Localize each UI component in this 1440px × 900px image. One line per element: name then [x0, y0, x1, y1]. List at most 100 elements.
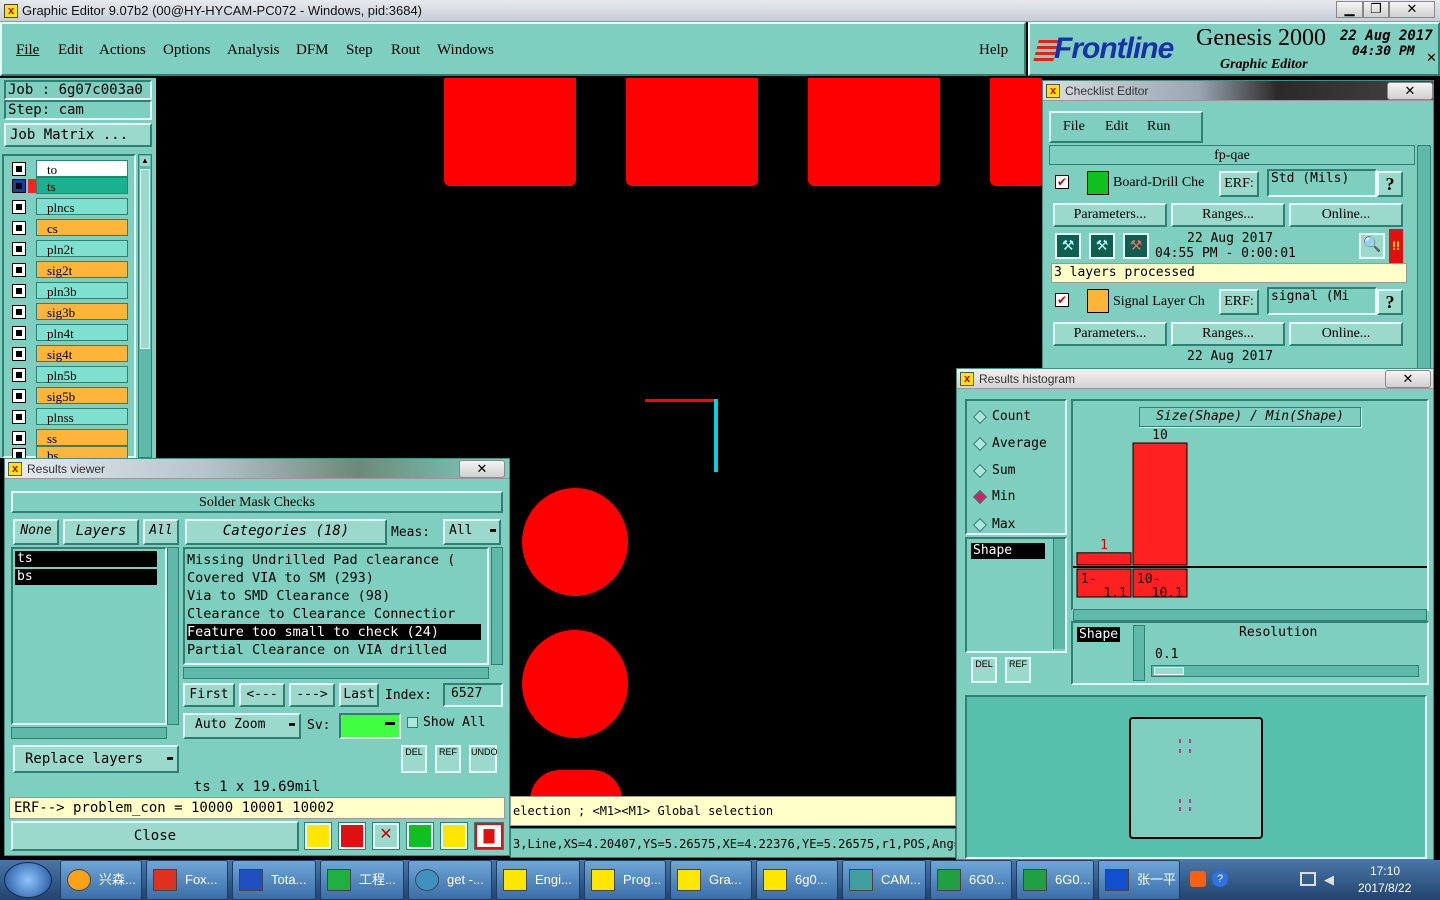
menu-step[interactable]: Step — [346, 42, 373, 59]
menu-actions[interactable]: Actions — [99, 42, 146, 59]
start-button[interactable] — [4, 862, 52, 898]
layer-row[interactable]: pln5b — [12, 366, 128, 383]
online-button-2[interactable]: Online... — [1289, 322, 1403, 346]
toolbar-icon-4[interactable] — [406, 822, 434, 850]
taskbar-item[interactable]: Engi... — [496, 860, 580, 900]
toolbar-icon-5[interactable] — [440, 822, 468, 850]
checklist-menu-edit[interactable]: Edit — [1105, 119, 1128, 135]
layer-scrollbar[interactable]: ▲ — [138, 154, 152, 458]
categories-button[interactable]: Categories (18) — [185, 519, 387, 545]
toolbar-icon-3[interactable]: ✕ — [372, 822, 400, 850]
menu-file[interactable]: File — [16, 42, 39, 59]
toolbar-icon-2[interactable] — [338, 822, 366, 850]
taskbar-item[interactable]: Fox... — [146, 860, 228, 900]
auto-zoom-dropdown[interactable]: Auto Zoom ▬ — [183, 713, 301, 739]
none-button[interactable]: None — [13, 519, 59, 545]
menu-dfm[interactable]: DFM — [296, 42, 329, 59]
index-input[interactable]: 6527 — [443, 683, 503, 707]
tray-icon-sogou[interactable] — [1190, 871, 1206, 887]
layer-row[interactable]: sig2t — [12, 261, 128, 278]
category-item[interactable]: Clearance to Clearance Connectior — [187, 606, 487, 622]
menu-rout[interactable]: Rout — [391, 42, 420, 59]
checklist-scrollbar[interactable] — [1417, 145, 1431, 371]
maximize-button[interactable]: ❐ — [1363, 1, 1389, 18]
category-item[interactable]: Partial Clearance on VIA drilled — [187, 642, 487, 658]
taskbar-item[interactable]: Gra... — [670, 860, 752, 900]
category-item[interactable]: Via to SMD Clearance (98) — [187, 588, 487, 604]
histogram-close-button[interactable]: ✕ — [1385, 370, 1431, 388]
check-enabled-checkbox-2[interactable]: ✔ — [1055, 293, 1069, 307]
taskbar-item[interactable]: Tota... — [232, 860, 316, 900]
menu-options[interactable]: Options — [163, 42, 211, 59]
category-item[interactable]: Missing Undrilled Pad clearance ( — [187, 552, 487, 568]
check-enabled-checkbox[interactable]: ✔ — [1055, 175, 1069, 189]
layer-row[interactable]: cs — [12, 219, 128, 236]
attribute-scrollbar[interactable] — [1053, 539, 1065, 649]
check-help-button-2[interactable]: ? — [1377, 289, 1403, 315]
tray-icon-volume[interactable]: ◀ — [1324, 872, 1340, 887]
job-matrix-button[interactable]: Job Matrix ... — [4, 123, 152, 147]
sv-dropdown[interactable]: ▬ — [339, 713, 401, 739]
results-ref-icon[interactable]: REF — [435, 745, 461, 773]
run-all-icon[interactable]: ⚒ — [1089, 233, 1115, 259]
checklist-menu-run[interactable]: Run — [1147, 119, 1170, 135]
menu-analysis[interactable]: Analysis — [227, 42, 280, 59]
all-button[interactable]: All — [143, 519, 179, 545]
category-scrollbar[interactable] — [491, 547, 503, 665]
layer-row[interactable]: sig4t — [12, 345, 128, 362]
histogram-hscrollbar[interactable] — [1073, 609, 1427, 621]
category-hscrollbar[interactable] — [183, 667, 489, 679]
results-close-icon[interactable]: ✕ — [459, 460, 505, 478]
taskbar-item[interactable]: 6G0... — [1016, 860, 1094, 900]
layer-result-hscrollbar[interactable] — [11, 727, 167, 739]
ranges-button-2[interactable]: Ranges... — [1171, 322, 1285, 346]
taskbar-item[interactable]: 工程... — [320, 860, 404, 900]
parameters-button-2[interactable]: Parameters... — [1053, 322, 1167, 346]
tray-icon-network[interactable] — [1300, 872, 1316, 886]
minimize-button[interactable]: ▁ — [1336, 1, 1363, 18]
layer-result-scrollbar[interactable] — [167, 547, 179, 725]
menu-windows[interactable]: Windows — [437, 42, 494, 59]
taskbar-item[interactable]: Prog... — [584, 860, 666, 900]
erf-button[interactable]: ERF: — [1219, 171, 1259, 197]
meas-dropdown[interactable]: All ▬ — [443, 519, 501, 545]
result-layer-item[interactable]: bs — [15, 569, 157, 585]
parameters-button[interactable]: Parameters... — [1053, 203, 1167, 227]
tray-icon-help[interactable]: ? — [1212, 871, 1228, 887]
layers-button[interactable]: Layers — [63, 519, 139, 545]
checklist-menu-file[interactable]: File — [1063, 119, 1085, 135]
brand-close-icon[interactable]: ✕ — [1426, 50, 1437, 66]
category-item[interactable]: Covered VIA to SM (293) — [187, 570, 487, 586]
layer-row[interactable]: sig3b — [12, 303, 128, 320]
results-undo-icon[interactable]: UNDO — [469, 745, 498, 773]
taskbar-item[interactable]: 兴森... — [60, 860, 142, 900]
online-button[interactable]: Online... — [1289, 203, 1403, 227]
layer-row[interactable]: ss — [12, 429, 128, 446]
layer-row[interactable]: plnss — [12, 408, 128, 425]
menu-help[interactable]: Help — [979, 42, 1008, 59]
ranges-button[interactable]: Ranges... — [1171, 203, 1285, 227]
taskbar-item[interactable]: 张一平 — [1098, 860, 1180, 900]
toolbar-icon-1[interactable] — [304, 822, 332, 850]
taskbar-item[interactable]: 6G0... — [930, 860, 1012, 900]
result-layer-item[interactable]: ts — [15, 551, 157, 567]
layer-row[interactable]: pln3b — [12, 282, 128, 299]
zoom-results-icon[interactable]: 🔍 — [1359, 233, 1385, 259]
erf-button-2[interactable]: ERF: — [1219, 289, 1259, 315]
check-help-button[interactable]: ? — [1377, 171, 1403, 197]
taskbar-item[interactable]: get -... — [408, 860, 492, 900]
run-icon[interactable]: ⚒ — [1055, 233, 1081, 259]
category-item-selected[interactable]: Feature too small to check (24) — [187, 624, 481, 640]
stop-run-icon[interactable]: ⚒ — [1123, 233, 1149, 259]
layer-row[interactable]: ts — [12, 177, 128, 194]
layer-row[interactable]: bs — [12, 446, 128, 458]
results-del-icon[interactable]: DEL — [401, 745, 427, 773]
menu-edit[interactable]: Edit — [58, 42, 83, 59]
layer-row[interactable]: plncs — [12, 198, 128, 215]
attribute-item-shape[interactable]: Shape — [971, 543, 1045, 559]
layer-row[interactable]: sig5b — [12, 387, 128, 404]
show-all-checkbox[interactable] — [407, 717, 418, 728]
first-button[interactable]: First — [183, 683, 235, 707]
histogram-toggle-icon[interactable]: ▇ — [474, 822, 504, 850]
replace-layers-button[interactable]: Replace layers ▬ — [13, 745, 179, 773]
